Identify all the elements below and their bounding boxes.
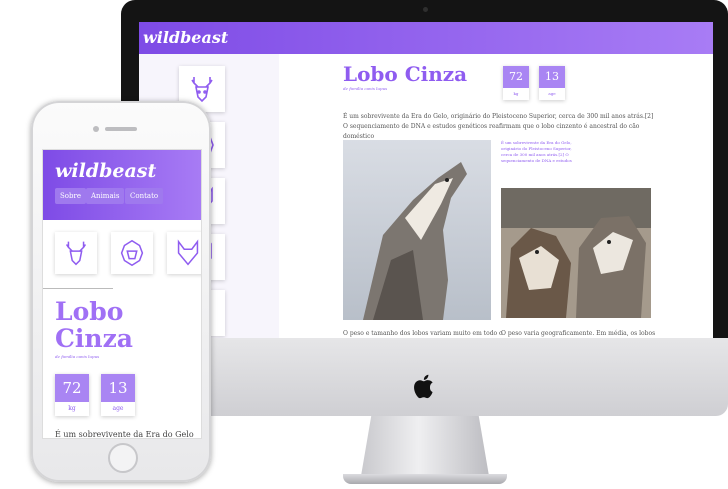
mobile-animal-title: Lobo Cinza	[55, 298, 195, 352]
howling-wolf-photo	[343, 140, 491, 320]
apple-logo-icon	[414, 374, 433, 399]
imac-stand-base	[343, 474, 507, 484]
site-logo[interactable]: wildbeast	[143, 28, 228, 47]
weight-label: kg	[513, 91, 519, 96]
mobile-age-label: age	[112, 405, 124, 412]
site-header: wildbeast	[139, 22, 713, 54]
camera-icon	[423, 7, 428, 12]
lion-icon[interactable]	[111, 232, 153, 274]
earpiece	[105, 127, 137, 131]
animal-title: Lobo Cinza	[343, 62, 468, 86]
age-value: 13	[539, 66, 565, 88]
nav-sobre[interactable]: Sobre	[55, 188, 86, 204]
weight-text: O peso e tamanho dos lobos variam muito …	[343, 330, 503, 337]
mobile-weight-stat: 72 kg	[55, 374, 89, 416]
mobile-site-header: wildbeast Sobre Animais Contato	[43, 150, 201, 220]
mobile-weight-value: 72	[55, 374, 89, 402]
age-label: age	[548, 91, 556, 96]
divider	[43, 288, 113, 289]
home-button[interactable]	[108, 443, 138, 473]
mobile-animal-family: de família canis lupus	[55, 354, 100, 359]
nav-contato[interactable]: Contato	[125, 188, 164, 204]
imac-device: wildbeast Lobo Cinza de família canis lu…	[121, 0, 728, 489]
animal-family: de família canis lupus	[343, 86, 388, 91]
weight-variation-text: O peso varia geograficamente. Em média, …	[501, 330, 656, 337]
mobile-intro: É um sobrevivente da Era do Gelo	[55, 430, 194, 439]
title-line-2: Cinza	[55, 324, 133, 353]
weight-value: 72	[503, 66, 529, 88]
mobile-site-logo[interactable]: wildbeast	[55, 160, 156, 182]
nav-animais[interactable]: Animais	[86, 188, 125, 204]
imac-stand	[361, 416, 489, 476]
title-line-1: Lobo	[55, 297, 124, 326]
wolf-pair-photo	[501, 188, 651, 318]
mobile-age-stat: 13 age	[101, 374, 135, 416]
animal-intro: É um sobrevivente da Era do Gelo, origin…	[343, 113, 654, 140]
mobile-weight-label: kg	[68, 405, 76, 412]
desktop-screen: wildbeast Lobo Cinza de família canis lu…	[139, 22, 713, 338]
front-camera-icon	[93, 126, 99, 132]
mobile-screen: wildbeast Sobre Animais Contato Lobo Cin…	[42, 149, 202, 439]
deer-icon[interactable]	[55, 232, 97, 274]
mobile-age-value: 13	[101, 374, 135, 402]
fox-icon[interactable]	[167, 232, 201, 274]
weight-stat: 72 kg	[503, 66, 529, 100]
iphone-device: wildbeast Sobre Animais Contato Lobo Cin…	[31, 101, 211, 482]
age-stat: 13 age	[539, 66, 565, 100]
photo-caption: É um sobrevivente da Era do Gelo, origin…	[501, 140, 572, 163]
